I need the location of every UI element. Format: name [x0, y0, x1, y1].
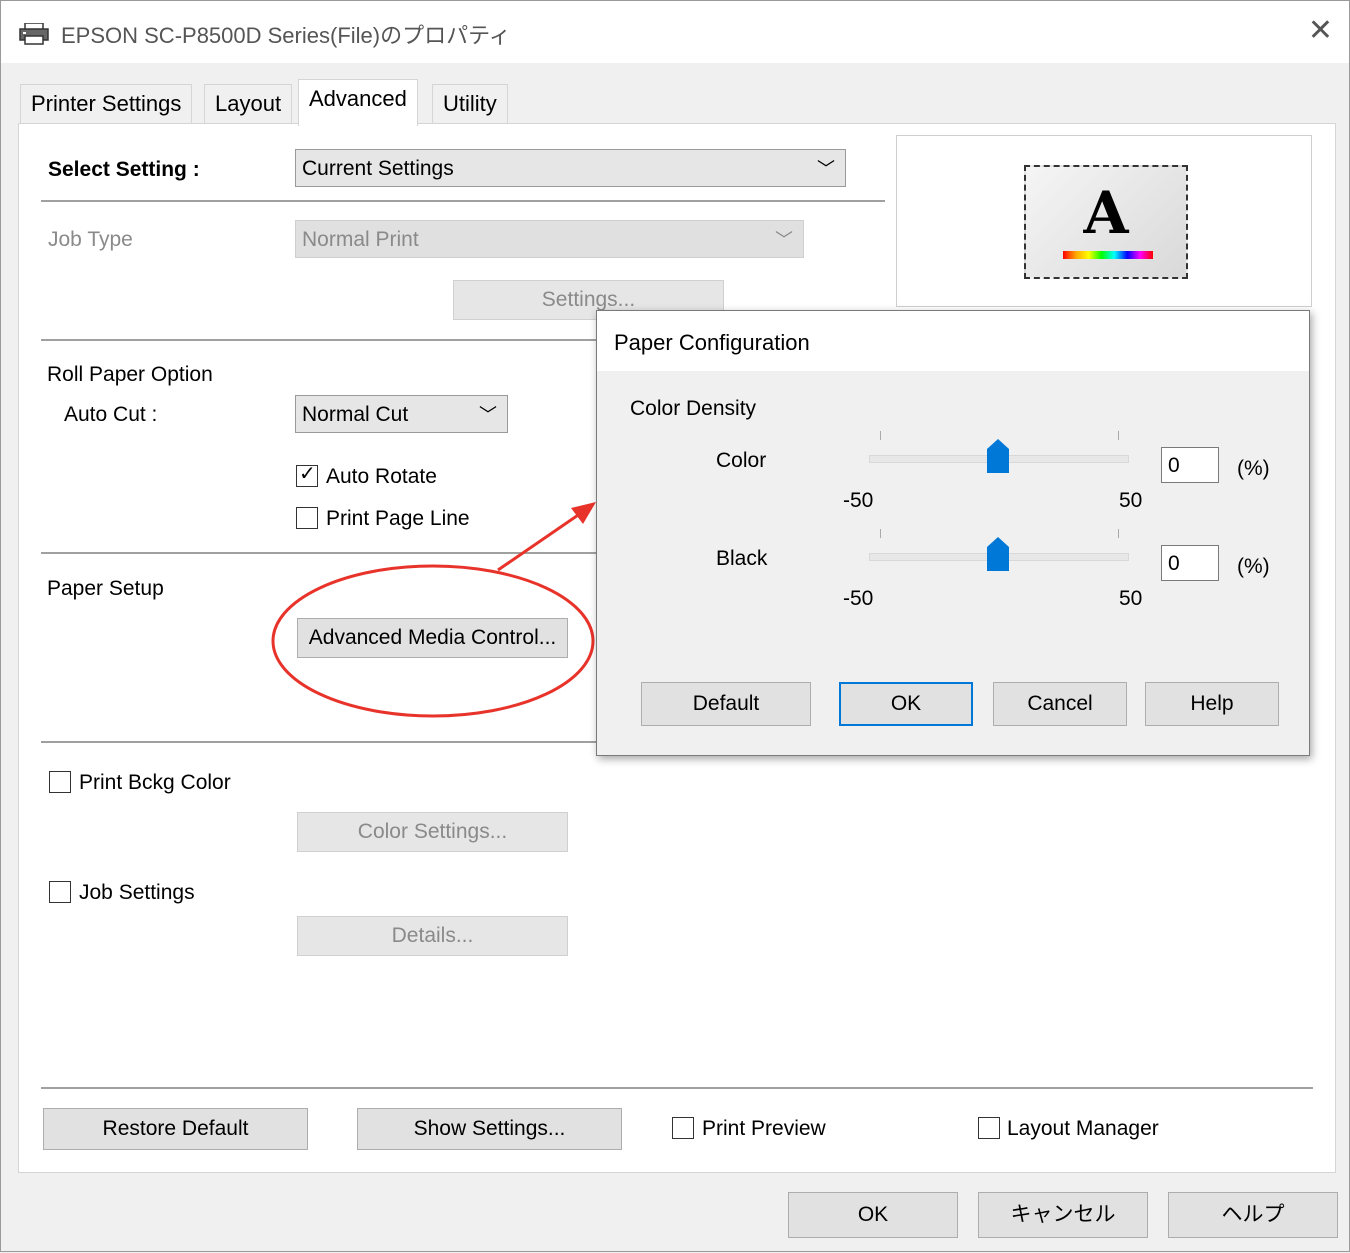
- tab-advanced[interactable]: Advanced: [298, 79, 418, 126]
- title-bar: EPSON SC-P8500D Series(File)のプロパティ ✕: [1, 1, 1349, 63]
- chevron-down-icon: ﹀: [775, 230, 793, 250]
- print-preview-label: Print Preview: [702, 1117, 826, 1140]
- paper-configuration-dialog: Paper Configuration Color Density Color …: [596, 310, 1310, 756]
- slider-tick: [1118, 529, 1119, 538]
- color-unit-label: (%): [1237, 457, 1270, 480]
- details-button[interactable]: Details...: [297, 916, 568, 956]
- layout-manager-checkbox[interactable]: [978, 1117, 1000, 1139]
- color-spectrum-bar: [1063, 251, 1153, 259]
- job-settings-checkbox[interactable]: [49, 881, 71, 903]
- black-unit-label: (%): [1237, 555, 1270, 578]
- divider: [41, 741, 601, 743]
- black-slider-thumb[interactable]: [987, 537, 1009, 571]
- print-quality-preview-icon: A: [1024, 165, 1188, 279]
- auto-rotate-label: Auto Rotate: [326, 465, 437, 488]
- tab-layout[interactable]: Layout: [204, 84, 293, 123]
- color-slider-max: 50: [1119, 489, 1143, 512]
- black-value-field[interactable]: 0: [1161, 545, 1219, 581]
- black-slider-min: -50: [843, 587, 874, 610]
- close-icon[interactable]: ✕: [1308, 13, 1333, 49]
- divider: [41, 200, 885, 202]
- divider: [41, 339, 601, 341]
- paper-setup-heading: Paper Setup: [47, 577, 164, 600]
- color-density-heading: Color Density: [630, 397, 757, 420]
- select-setting-value: Current Settings: [302, 157, 454, 180]
- black-slider-label: Black: [716, 547, 768, 570]
- window-title: EPSON SC-P8500D Series(File)のプロパティ: [61, 23, 511, 48]
- show-settings-button[interactable]: Show Settings...: [357, 1108, 622, 1150]
- black-slider-max: 50: [1119, 587, 1143, 610]
- job-type-value: Normal Print: [302, 228, 419, 251]
- dialog-title-bar: Paper Configuration: [597, 311, 1309, 371]
- properties-window: EPSON SC-P8500D Series(File)のプロパティ ✕ Pri…: [0, 0, 1350, 1252]
- dialog-help-button[interactable]: Help: [1145, 682, 1279, 726]
- printer-icon: [19, 22, 49, 45]
- ok-button[interactable]: OK: [788, 1192, 958, 1238]
- auto-rotate-checkbox[interactable]: ✓: [296, 463, 318, 487]
- tab-printer-settings[interactable]: Printer Settings: [20, 84, 193, 123]
- advanced-media-control-button[interactable]: Advanced Media Control...: [297, 618, 568, 658]
- dialog-ok-button[interactable]: OK: [839, 682, 973, 726]
- layout-manager-label: Layout Manager: [1007, 1117, 1159, 1140]
- print-bckg-color-label: Print Bckg Color: [79, 771, 231, 794]
- select-setting-label: Select Setting :: [48, 158, 200, 181]
- auto-cut-value: Normal Cut: [302, 403, 409, 426]
- print-preview-checkbox[interactable]: [672, 1117, 694, 1139]
- color-slider-thumb[interactable]: [987, 439, 1009, 473]
- slider-tick: [1118, 431, 1119, 440]
- job-type-dropdown[interactable]: Normal Print ﹀: [295, 220, 804, 258]
- chevron-down-icon: ﹀: [479, 405, 497, 425]
- divider: [41, 1087, 1313, 1089]
- job-type-label: Job Type: [48, 228, 133, 251]
- tab-utility[interactable]: Utility: [432, 84, 508, 123]
- print-bckg-color-checkbox[interactable]: [49, 771, 71, 793]
- auto-cut-label: Auto Cut :: [64, 403, 158, 426]
- checkmark-icon: ✓: [299, 463, 316, 485]
- color-slider-min: -50: [843, 489, 874, 512]
- color-value-field[interactable]: 0: [1161, 447, 1219, 483]
- color-settings-button[interactable]: Color Settings...: [297, 812, 568, 852]
- print-page-line-checkbox[interactable]: [296, 507, 318, 529]
- help-button[interactable]: ヘルプ: [1168, 1192, 1338, 1238]
- dialog-cancel-button[interactable]: Cancel: [993, 682, 1127, 726]
- slider-tick: [880, 431, 881, 440]
- auto-cut-dropdown[interactable]: Normal Cut ﹀: [295, 395, 508, 433]
- preview-letter: A: [1083, 179, 1129, 247]
- roll-paper-heading: Roll Paper Option: [47, 363, 213, 386]
- slider-tick: [880, 529, 881, 538]
- color-slider-label: Color: [716, 449, 767, 472]
- job-settings-label: Job Settings: [79, 881, 195, 904]
- divider: [41, 552, 601, 554]
- select-setting-dropdown[interactable]: Current Settings ﹀: [295, 149, 846, 187]
- print-page-line-label: Print Page Line: [326, 507, 470, 530]
- dialog-title: Paper Configuration: [614, 330, 810, 355]
- cancel-button[interactable]: キャンセル: [978, 1192, 1148, 1238]
- dialog-default-button[interactable]: Default: [641, 682, 811, 726]
- restore-default-button[interactable]: Restore Default: [43, 1108, 308, 1150]
- chevron-down-icon: ﹀: [817, 159, 835, 179]
